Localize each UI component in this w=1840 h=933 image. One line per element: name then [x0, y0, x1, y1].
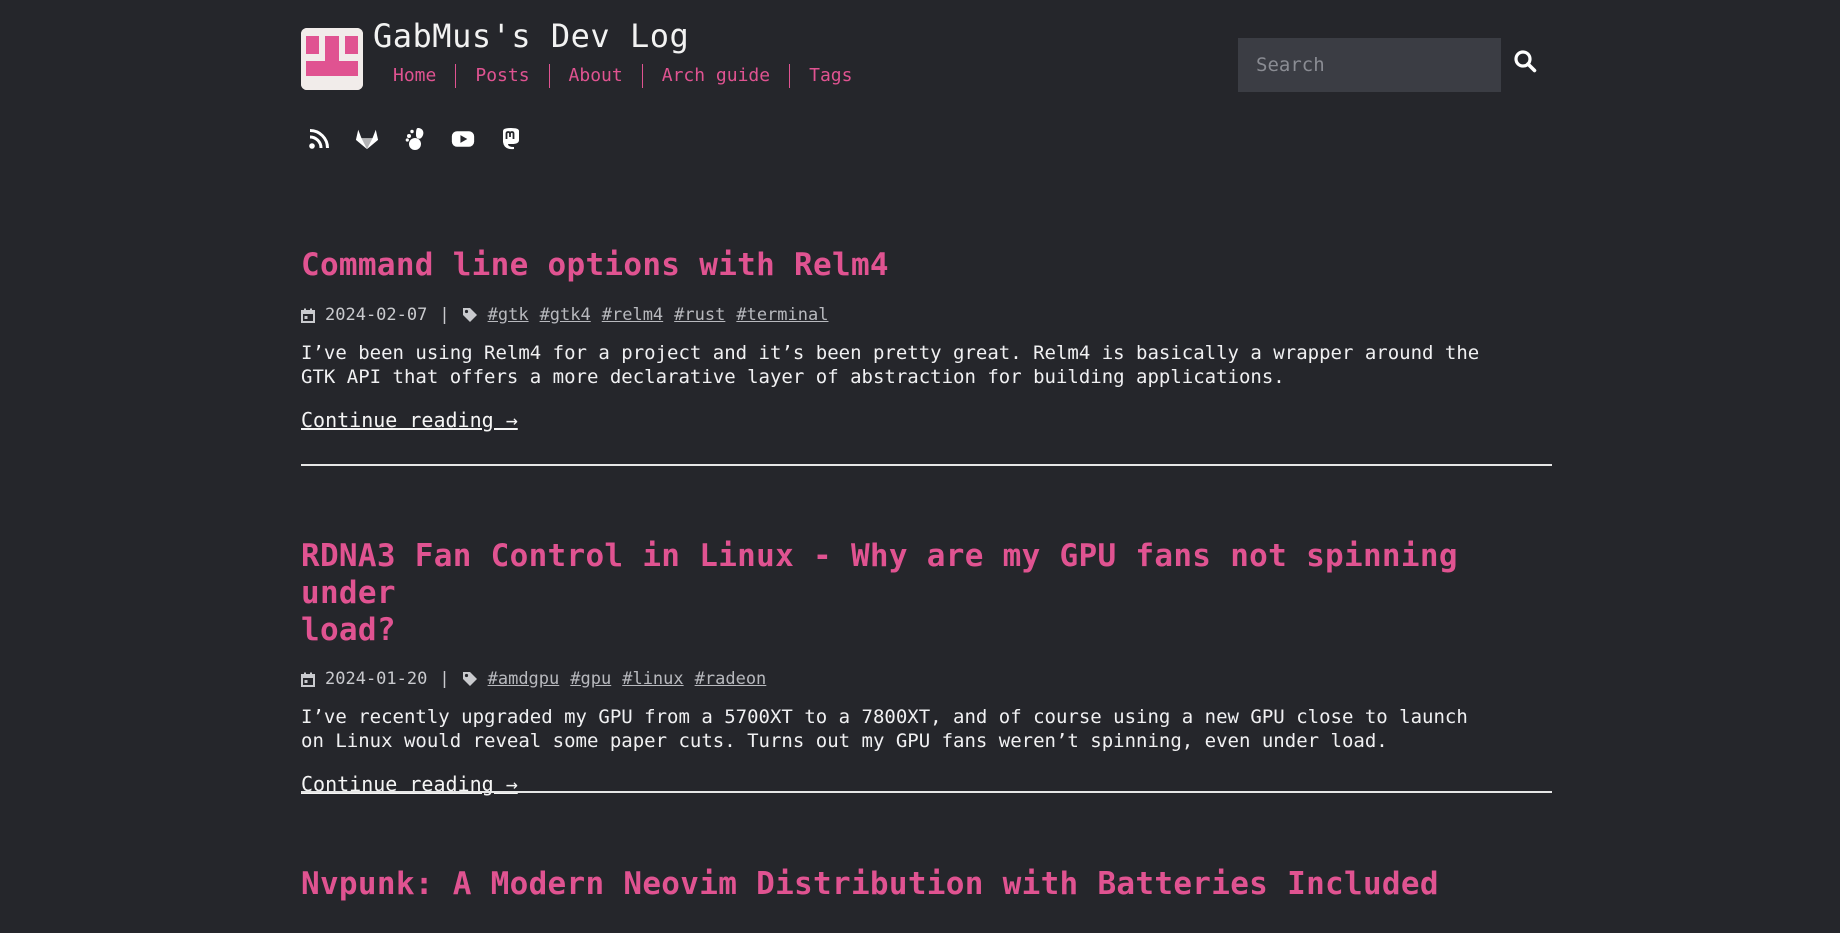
post-title[interactable]: Nvpunk: A Modern Neovim Distribution wit…: [301, 866, 1439, 902]
gitlab-link[interactable]: [355, 127, 379, 151]
site-logo[interactable]: [301, 28, 363, 90]
post-title[interactable]: Command line options with Relm4: [301, 247, 889, 283]
social-links: [307, 127, 523, 151]
search-button[interactable]: [1513, 49, 1537, 73]
tag-link[interactable]: #gtk: [488, 305, 529, 325]
tag-link[interactable]: #gpu: [570, 669, 611, 689]
gnome-link[interactable]: [403, 127, 427, 151]
post-divider: [301, 464, 1552, 466]
nav-arch-guide[interactable]: Arch guide: [641, 64, 789, 88]
post-date: 2024-02-07: [325, 305, 428, 325]
continue-reading-link[interactable]: Continue reading →: [301, 408, 518, 432]
search-icon: [1514, 50, 1537, 73]
post-divider: [301, 791, 1552, 793]
summary-line: I’ve been using Relm4 for a project and …: [301, 342, 1480, 364]
youtube-icon: [451, 131, 475, 147]
site-title[interactable]: GabMus's Dev Log: [373, 17, 689, 55]
post-meta: 2024-02-07 | #gtk #gtk4 #relm4 #rust #te…: [301, 305, 1552, 325]
tag-link[interactable]: #linux: [622, 669, 683, 689]
post-date: 2024-01-20: [325, 669, 428, 689]
summary-line: on Linux would reveal some paper cuts. T…: [301, 730, 1388, 752]
tag-icon: [462, 308, 477, 322]
post-item: RDNA3 Fan Control in Linux - Why are my …: [301, 538, 1552, 796]
post-summary: I’ve recently upgraded my GPU from a 570…: [301, 705, 1552, 753]
nav-posts[interactable]: Posts: [455, 64, 548, 88]
meta-separator: |: [439, 669, 450, 689]
tag-link[interactable]: #terminal: [736, 305, 828, 325]
nav-about[interactable]: About: [548, 64, 642, 88]
tag-link[interactable]: #rust: [674, 305, 725, 325]
tag-link[interactable]: #relm4: [602, 305, 663, 325]
main-nav: Home Posts About Arch guide Tags: [373, 64, 871, 88]
search-input[interactable]: Search: [1238, 38, 1501, 92]
gitlab-icon: [355, 129, 379, 150]
tag-icon: [462, 672, 477, 686]
gnome-icon: [405, 128, 424, 150]
logo-icon: [301, 28, 363, 90]
meta-separator: |: [439, 305, 450, 325]
calendar-icon: [301, 672, 315, 687]
post-item: Command line options with Relm4 2024-02-…: [301, 247, 1552, 432]
nav-home[interactable]: Home: [373, 64, 455, 88]
tag-link[interactable]: #amdgpu: [488, 669, 560, 689]
youtube-link[interactable]: [451, 127, 475, 151]
mastodon-icon: [503, 128, 519, 150]
summary-line: GTK API that offers a more declarative l…: [301, 366, 1285, 388]
calendar-icon: [301, 308, 315, 323]
rss-link[interactable]: [307, 127, 331, 151]
nav-tags[interactable]: Tags: [789, 64, 871, 88]
post-title[interactable]: RDNA3 Fan Control in Linux - Why are my …: [301, 538, 1458, 648]
post-item: Nvpunk: A Modern Neovim Distribution wit…: [301, 866, 1552, 903]
post-title-line: RDNA3 Fan Control in Linux - Why are my …: [301, 538, 1458, 611]
post-title-line: load?: [301, 612, 396, 648]
mastodon-link[interactable]: [499, 127, 523, 151]
tag-link[interactable]: #radeon: [695, 669, 767, 689]
tag-link[interactable]: #gtk4: [540, 305, 591, 325]
post-summary: I’ve been using Relm4 for a project and …: [301, 341, 1552, 389]
search-placeholder: Search: [1256, 54, 1325, 76]
rss-icon: [309, 129, 329, 149]
post-meta: 2024-01-20 | #amdgpu #gpu #linux #radeon: [301, 669, 1552, 689]
summary-line: I’ve recently upgraded my GPU from a 570…: [301, 706, 1468, 728]
